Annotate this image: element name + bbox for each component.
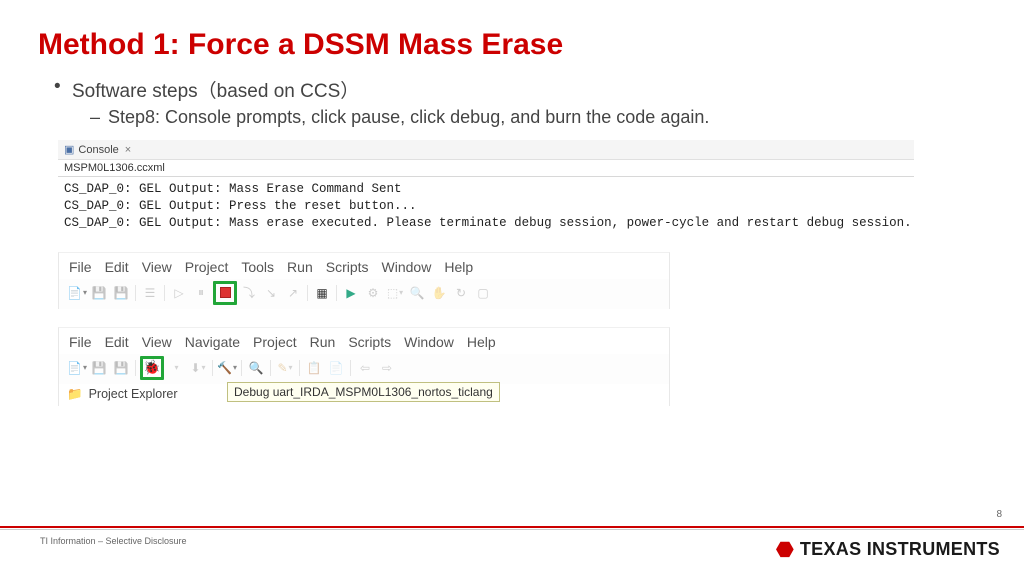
bullet-level-2: Step8: Console prompts, click pause, cli…	[0, 105, 1024, 138]
tool-icon[interactable]: ⚙	[363, 283, 383, 303]
debug-tooltip: Debug uart_IRDA_MSPM0L1306_nortos_ticlan…	[227, 382, 500, 402]
footer-classification: TI Information – Selective Disclosure	[40, 536, 187, 546]
divider-grey	[0, 529, 1024, 530]
footer-brand: ⬣ TEXAS INSTRUMENTS	[776, 537, 1000, 562]
step-out-icon[interactable]: ↗	[283, 283, 303, 303]
run-icon[interactable]: ▷	[169, 283, 189, 303]
menu-item[interactable]: Edit	[105, 259, 129, 275]
menu-item[interactable]: Scripts	[348, 334, 391, 350]
menu-item[interactable]: Edit	[105, 334, 129, 350]
stop-icon	[220, 287, 231, 298]
brand-text: TEXAS INSTRUMENTS	[800, 539, 1000, 560]
toolbar-1: 📄▾ 💾 💾 ☰ ▷ ⏸ ⤵ ↘ ↗ ▦ ▶ ⚙ ⬚▾ 🔍 ✋ ↻ ▢	[59, 279, 669, 309]
menu-item[interactable]: Run	[310, 334, 336, 350]
menu-item[interactable]: Help	[444, 259, 473, 275]
menu-item[interactable]: File	[69, 334, 92, 350]
step-into-icon[interactable]: ↘	[261, 283, 281, 303]
menu-item[interactable]: Navigate	[185, 334, 240, 350]
menu-item[interactable]: Project	[185, 259, 229, 275]
doc-icon[interactable]: 📋	[304, 358, 324, 378]
menu-item[interactable]: Window	[404, 334, 454, 350]
fwd-icon[interactable]: ⇨	[377, 358, 397, 378]
doc2-icon[interactable]: 📄	[326, 358, 346, 378]
menu-item[interactable]: View	[142, 334, 172, 350]
console-tab[interactable]: ▣ Console ×	[58, 140, 914, 160]
device-icon[interactable]: ⬚▾	[385, 283, 405, 303]
refresh-icon[interactable]: ↻	[451, 283, 471, 303]
folder-icon: 📁	[67, 387, 83, 402]
save-all-icon[interactable]: 💾	[111, 358, 131, 378]
slide-title: Method 1: Force a DSSM Mass Erase	[0, 0, 1024, 72]
menu-item[interactable]: Project	[253, 334, 297, 350]
save-icon[interactable]: 💾	[89, 283, 109, 303]
ide-block-1: File Edit View Project Tools Run Scripts…	[58, 252, 670, 309]
resume-icon[interactable]: ▶	[341, 283, 361, 303]
save-all-icon[interactable]: 💾	[111, 283, 131, 303]
save-icon[interactable]: 💾	[89, 358, 109, 378]
menu-item[interactable]: Window	[382, 259, 432, 275]
bullet-level-1: Software steps（based on CCS）	[0, 72, 1024, 105]
chip-icon[interactable]: ▢	[473, 283, 493, 303]
console-panel: ▣ Console × MSPM0L1306.ccxml CS_DAP_0: G…	[58, 140, 914, 238]
magnify-icon[interactable]: 🔍	[246, 358, 266, 378]
ti-logo-icon: ⬣	[776, 537, 794, 562]
list-icon[interactable]: ☰	[140, 283, 160, 303]
hand-icon[interactable]: ✋	[429, 283, 449, 303]
stop-button-highlight[interactable]	[213, 281, 237, 305]
menu-item[interactable]: Help	[467, 334, 496, 350]
menu-item[interactable]: Tools	[241, 259, 274, 275]
menu-item[interactable]: View	[142, 259, 172, 275]
hammer-icon[interactable]: 🔨▾	[217, 358, 237, 378]
back-icon[interactable]: ⇦	[355, 358, 375, 378]
debug-button-highlight[interactable]: 🐞	[140, 356, 164, 380]
console-file: MSPM0L1306.ccxml	[58, 160, 914, 177]
wand-icon[interactable]: ✎▾	[275, 358, 295, 378]
new-icon[interactable]: 📄▾	[67, 283, 87, 303]
step-over-icon[interactable]: ⤵	[239, 283, 259, 303]
search-icon[interactable]: 🔍	[407, 283, 427, 303]
new-icon[interactable]: 📄▾	[67, 358, 87, 378]
menubar-2: File Edit View Navigate Project Run Scri…	[59, 328, 669, 354]
pause-icon[interactable]: ⏸	[191, 283, 211, 303]
page-number: 8	[996, 509, 1002, 520]
menubar-1: File Edit View Project Tools Run Scripts…	[59, 253, 669, 279]
console-output: CS_DAP_0: GEL Output: Mass Erase Command…	[58, 177, 914, 238]
flash-icon[interactable]: ⬇▾	[188, 358, 208, 378]
project-explorer-label: Project Explorer	[89, 387, 178, 401]
bug-icon: 🐞	[143, 359, 160, 376]
console-icon: ▣	[64, 143, 74, 156]
close-icon[interactable]: ×	[125, 144, 131, 156]
console-tab-label: Console	[78, 144, 118, 156]
grid-icon[interactable]: ▦	[312, 283, 332, 303]
menu-item[interactable]: Scripts	[326, 259, 369, 275]
menu-item[interactable]: File	[69, 259, 92, 275]
menu-item[interactable]: Run	[287, 259, 313, 275]
divider-red	[0, 526, 1024, 528]
toolbar-2: 📄▾ 💾 💾 🐞 ▾ ⬇▾ 🔨▾ 🔍 ✎▾ 📋 📄 ⇦ ⇨	[59, 354, 669, 384]
ide-block-2: File Edit View Navigate Project Run Scri…	[58, 327, 670, 406]
